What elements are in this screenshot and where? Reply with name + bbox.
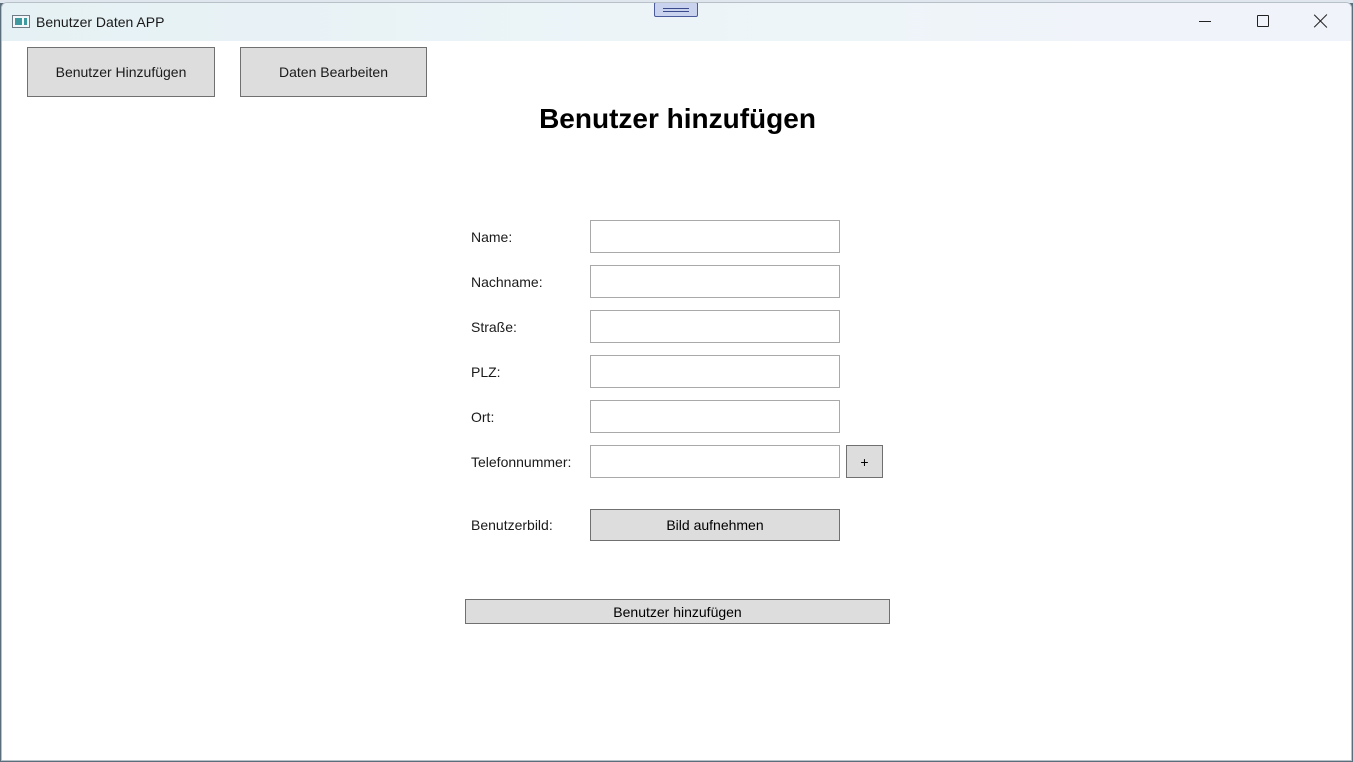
- close-icon: [1314, 14, 1328, 28]
- name-input[interactable]: [590, 220, 840, 253]
- title-bar[interactable]: Benutzer Daten APP: [2, 3, 1351, 41]
- maximize-icon: [1257, 15, 1269, 27]
- minimize-button[interactable]: [1176, 3, 1234, 41]
- user-image-label: Benutzerbild:: [471, 517, 553, 533]
- snap-grip-handle[interactable]: [654, 3, 698, 17]
- submit-add-user-button[interactable]: Benutzer hinzufügen: [465, 599, 890, 624]
- lastname-input[interactable]: [590, 265, 840, 298]
- app-icon: [12, 15, 30, 28]
- zip-input[interactable]: [590, 355, 840, 388]
- city-input[interactable]: [590, 400, 840, 433]
- add-phone-button[interactable]: +: [846, 445, 883, 478]
- take-photo-button[interactable]: Bild aufnehmen: [590, 509, 840, 541]
- name-label: Name:: [471, 229, 513, 245]
- nav-add-user-button[interactable]: Benutzer Hinzufügen: [27, 47, 215, 97]
- city-label: Ort:: [471, 409, 495, 425]
- nav-edit-data-button[interactable]: Daten Bearbeiten: [240, 47, 427, 97]
- zip-label: PLZ:: [471, 364, 501, 380]
- minimize-icon: [1199, 21, 1211, 22]
- lastname-label: Nachname:: [471, 274, 543, 290]
- window-title: Benutzer Daten APP: [36, 14, 165, 30]
- phone-label: Telefonnummer:: [471, 454, 572, 470]
- page-title: Benutzer hinzufügen: [539, 103, 816, 134]
- maximize-button[interactable]: [1234, 3, 1292, 41]
- main-content: Benutzer Hinzufügen Daten Bearbeiten Ben…: [2, 41, 1351, 760]
- close-button[interactable]: [1292, 3, 1350, 41]
- phone-input[interactable]: [590, 445, 840, 478]
- app-window: Benutzer Daten APP Benutzer Hinzufügen D…: [1, 2, 1352, 761]
- street-input[interactable]: [590, 310, 840, 343]
- street-label: Straße:: [471, 319, 517, 335]
